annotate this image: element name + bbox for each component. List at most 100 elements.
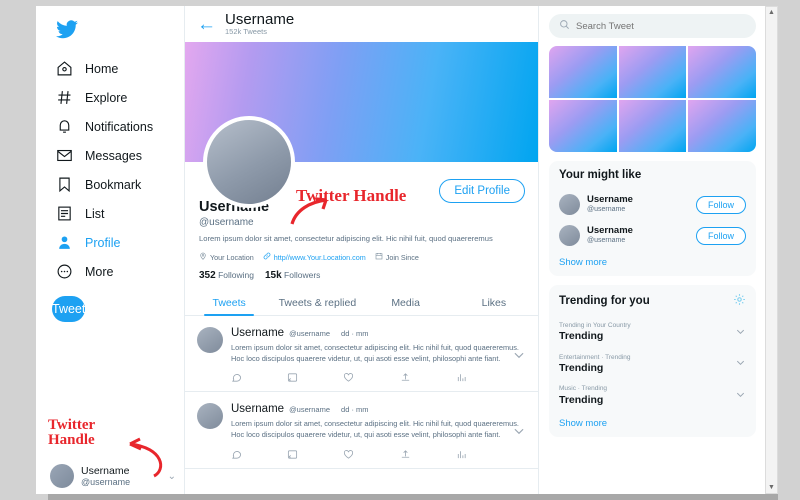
home-icon: [56, 60, 73, 77]
tweet-count: 152k Tweets: [225, 27, 267, 37]
analytics-icon[interactable]: [456, 372, 512, 383]
following-stat[interactable]: 352 Following: [199, 270, 254, 281]
suggestion-name: Username: [587, 194, 633, 206]
twitter-app-window: Home Explore Notifications Messages Book…: [36, 6, 766, 494]
profile-stats: 352 Following 15k Followers: [199, 270, 524, 281]
chevron-down-icon[interactable]: [735, 387, 746, 405]
chevron-down-icon[interactable]: [512, 348, 526, 367]
photo-tile[interactable]: [618, 100, 687, 152]
gear-icon[interactable]: [733, 293, 746, 309]
followers-stat[interactable]: 15k Followers: [265, 270, 320, 281]
location-pin-icon: [199, 252, 207, 262]
scroll-down-arrow-icon[interactable]: ▼: [768, 482, 775, 493]
tweet-author-handle: @username: [289, 329, 331, 339]
retweet-icon[interactable]: [287, 372, 343, 383]
trending-header: Trending for you: [549, 285, 756, 317]
twitter-bird-icon[interactable]: [36, 20, 184, 54]
profile-handle: @username: [199, 216, 254, 228]
tweet-author-name: Username: [231, 403, 285, 416]
trending-show-more[interactable]: Show more: [549, 412, 756, 437]
trending-topic: Trending: [559, 330, 604, 343]
retweet-icon[interactable]: [287, 449, 343, 460]
bookmark-icon: [56, 176, 73, 193]
vertical-scrollbar[interactable]: ▲ ▼: [765, 6, 778, 494]
avatar: [50, 464, 74, 488]
trending-category: Trending in Your Country: [559, 322, 631, 329]
trending-topic: Trending: [559, 393, 604, 406]
tweet-card[interactable]: Username @username dd · mm Lorem ipsum d…: [185, 392, 538, 469]
like-icon[interactable]: [343, 372, 399, 383]
sidebar-item-bookmark[interactable]: Bookmark: [36, 170, 184, 199]
photo-tile[interactable]: [688, 100, 756, 152]
comment-icon[interactable]: [231, 449, 287, 460]
sidebar-item-home[interactable]: Home: [36, 54, 184, 83]
trending-card: Trending for you Trending in Your Countr…: [549, 285, 756, 437]
search-input[interactable]: [576, 20, 746, 32]
sidebar-item-messages[interactable]: Messages: [36, 141, 184, 170]
suggestions-show-more[interactable]: Show more: [549, 251, 756, 276]
like-icon[interactable]: [343, 449, 399, 460]
suggestion-name: Username: [587, 225, 633, 237]
list-icon: [56, 205, 73, 222]
sidebar-item-label: List: [85, 206, 105, 221]
trending-item[interactable]: Entertainment · Trending Trending: [549, 349, 756, 381]
chevron-down-icon[interactable]: [735, 355, 746, 373]
suggestion-item[interactable]: Username @username Follow: [549, 189, 756, 220]
comment-icon[interactable]: [231, 372, 287, 383]
photo-tile[interactable]: [549, 100, 617, 152]
follow-button[interactable]: Follow: [695, 195, 746, 214]
page-title: Username: [225, 10, 295, 28]
scroll-up-arrow-icon[interactable]: ▲: [768, 7, 775, 18]
tab-tweets-replied[interactable]: Tweets & replied: [273, 290, 361, 315]
analytics-icon[interactable]: [456, 449, 512, 460]
follow-button[interactable]: Follow: [695, 226, 746, 245]
tab-tweets[interactable]: Tweets: [185, 290, 273, 317]
photo-grid: [549, 46, 756, 152]
trending-item[interactable]: Trending in Your Country Trending: [549, 317, 756, 349]
avatar: [197, 403, 223, 430]
tweet-button[interactable]: Tweet: [52, 296, 86, 322]
back-arrow-icon[interactable]: ←: [197, 15, 216, 34]
tweet-card[interactable]: Username @username dd · mm Lorem ipsum d…: [185, 316, 538, 393]
joined-text: Join Since: [385, 252, 419, 262]
website-item[interactable]: http//www.Your.Location.com: [263, 252, 366, 262]
chevron-down-icon[interactable]: [512, 424, 526, 443]
suggestion-item[interactable]: Username @username Follow: [549, 220, 756, 251]
profile-meta: Your Location http//www.Your.Location.co…: [199, 252, 524, 262]
account-switcher[interactable]: Username @username ⌄: [50, 464, 176, 488]
search-bar[interactable]: [549, 14, 756, 38]
trending-item[interactable]: Music · Trending Trending: [549, 380, 756, 412]
tab-likes[interactable]: Likes: [450, 290, 538, 315]
sidebar-item-list[interactable]: List: [36, 199, 184, 228]
tweet-actions: [231, 372, 526, 383]
sidebar-item-label: Profile: [85, 235, 121, 250]
sidebar-item-profile[interactable]: Profile: [36, 228, 184, 257]
trending-category: Entertainment · Trending: [559, 353, 631, 361]
photo-tile[interactable]: [688, 46, 756, 98]
photo-tile[interactable]: [549, 46, 617, 98]
avatar: [197, 327, 223, 354]
more-dots-icon: [56, 263, 73, 280]
profile-tabs: Tweets Tweets & replied Media Likes: [185, 290, 538, 317]
profile-column: ← Username 152k Tweets Edit Profile User…: [184, 6, 539, 494]
joined-item: Join Since: [375, 252, 419, 262]
website-link[interactable]: http//www.Your.Location.com: [274, 253, 366, 262]
sidebar-item-notifications[interactable]: Notifications: [36, 112, 184, 141]
location-item: Your Location: [199, 252, 254, 262]
sidebar-item-label: Home: [85, 61, 119, 76]
share-icon[interactable]: [400, 449, 456, 460]
photo-tile[interactable]: [618, 46, 687, 98]
chevron-down-icon[interactable]: ⌄: [168, 471, 176, 482]
sidebar-item-more[interactable]: More: [36, 257, 184, 286]
tab-media[interactable]: Media: [362, 290, 450, 315]
suggestion-handle: @username: [587, 236, 626, 244]
chevron-down-icon[interactable]: [735, 324, 746, 342]
share-icon[interactable]: [400, 372, 456, 383]
following-count: 352: [199, 270, 216, 282]
right-sidebar: Your might like Username @username Follo…: [539, 6, 766, 494]
tweet-text: Lorem ipsum dolor sit amet, consectetur …: [231, 343, 519, 364]
link-icon: [263, 252, 271, 262]
location-text: Your Location: [210, 252, 254, 262]
sidebar-item-explore[interactable]: Explore: [36, 83, 184, 112]
edit-profile-button[interactable]: Edit Profile: [439, 179, 525, 203]
